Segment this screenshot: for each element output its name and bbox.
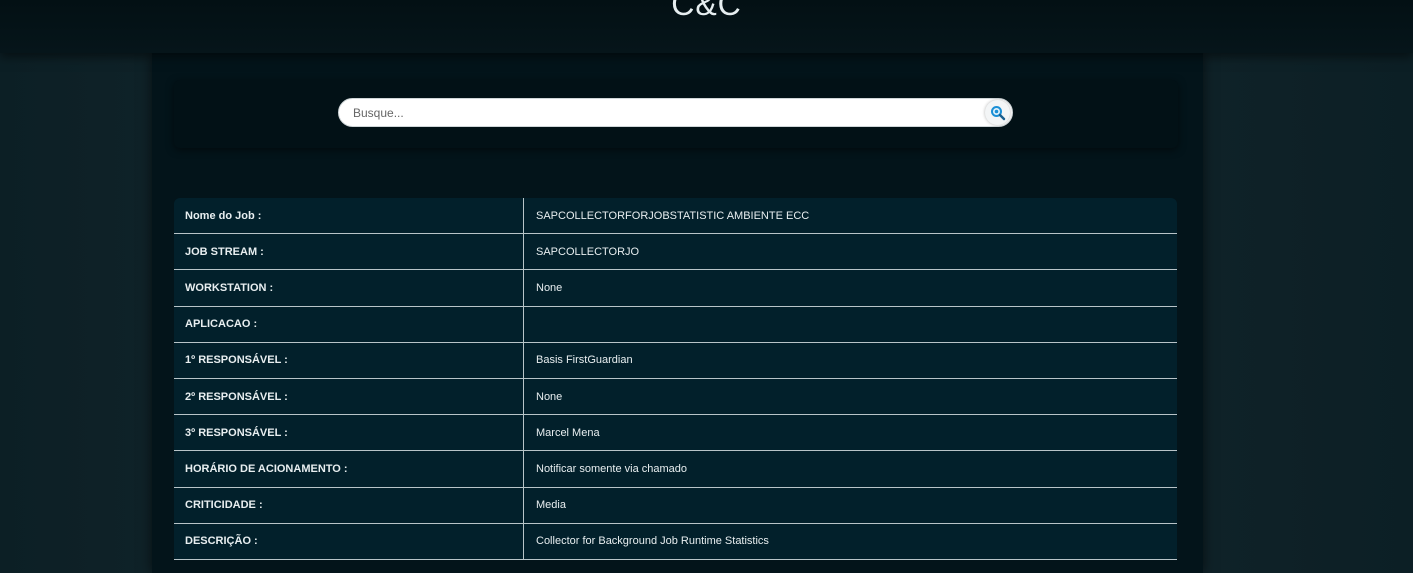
row-value: Collector for Background Job Runtime Sta… <box>536 535 769 548</box>
table-row: HORÁRIO DE ACIONAMENTO : Notificar somen… <box>174 451 1177 488</box>
table-row: 2º RESPONSÁVEL : None <box>174 378 1177 416</box>
row-label: 2º RESPONSÁVEL : <box>174 378 524 415</box>
search-bar <box>338 98 1013 127</box>
table-row: DESCRIÇÃO : Collector for Background Job… <box>174 523 1177 560</box>
row-value: SAPCOLLECTORFORJOBSTATISTIC AMBIENTE ECC <box>536 209 810 222</box>
row-label: DESCRIÇÃO : <box>174 523 524 559</box>
row-label: CRITICIDADE : <box>174 487 524 523</box>
row-value: Basis FirstGuardian <box>536 354 633 367</box>
table-row: Nome do Job : SAPCOLLECTORFORJOBSTATISTI… <box>174 198 1177 235</box>
row-value: None <box>536 281 563 294</box>
row-value: SAPCOLLECTORJO <box>536 245 640 258</box>
table-row: CRITICIDADE : Media <box>174 487 1177 524</box>
row-label: 3º RESPONSÁVEL : <box>174 415 524 451</box>
row-value: Notificar somente via chamado <box>536 462 688 475</box>
job-details-table: Nome do Job : SAPCOLLECTORFORJOBSTATISTI… <box>174 198 1177 560</box>
table-row: 3º RESPONSÁVEL : Marcel Mena <box>174 415 1177 452</box>
row-label: WORKSTATION : <box>174 270 524 306</box>
site-title: C&C <box>671 0 742 22</box>
table-row: 1º RESPONSÁVEL : Basis FirstGuardian <box>174 342 1177 379</box>
row-value: Media <box>536 499 566 512</box>
table-row: APLICACAO : <box>174 306 1177 343</box>
header-bar: C&C <box>0 0 1413 53</box>
table-row: JOB STREAM : SAPCOLLECTORJO <box>174 234 1177 271</box>
row-value: None <box>536 390 563 403</box>
row-value <box>524 307 1177 342</box>
row-label: APLICACAO : <box>174 306 524 342</box>
search-icon <box>990 105 1005 120</box>
row-label: HORÁRIO DE ACIONAMENTO : <box>174 451 524 487</box>
background-left <box>0 53 152 573</box>
row-value: Marcel Mena <box>536 426 600 439</box>
search-button[interactable] <box>985 100 1010 125</box>
row-label: JOB STREAM : <box>174 234 524 270</box>
row-label: Nome do Job : <box>174 198 524 234</box>
row-label: 1º RESPONSÁVEL : <box>174 342 524 378</box>
table-row: WORKSTATION : None <box>174 270 1177 307</box>
search-input[interactable] <box>353 99 973 126</box>
background-right <box>1203 53 1413 573</box>
